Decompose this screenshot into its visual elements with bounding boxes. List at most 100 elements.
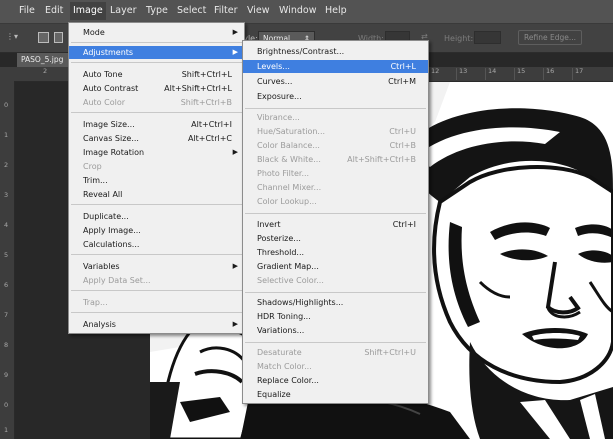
menu-item-label: Analysis	[83, 320, 116, 329]
ruler-tick: 6	[4, 281, 9, 289]
submenu-arrow-icon: ▶	[232, 148, 238, 156]
menu-item-shortcut: Alt+Ctrl+C	[187, 134, 232, 143]
adj-equalize[interactable]: Equalize	[243, 388, 428, 401]
menu-edit[interactable]: Edit	[45, 5, 63, 16]
adj-gradient-map[interactable]: Gradient Map...	[243, 260, 428, 273]
menu-item-label: Threshold...	[257, 248, 305, 257]
ruler-tick: 2	[4, 161, 9, 169]
menu-separator	[71, 204, 242, 205]
submenu-arrow-icon: ▶	[232, 28, 238, 36]
ruler-tick: 7	[4, 311, 9, 319]
image-menu-adjustments[interactable]: Adjustments ▶	[69, 46, 244, 59]
adj-exposure[interactable]: Exposure...	[243, 90, 428, 103]
image-menu-auto-tone[interactable]: Auto Tone Shift+Ctrl+L	[69, 68, 244, 81]
ruler-tick-line	[543, 68, 544, 80]
image-menu-apply-data-set[interactable]: Apply Data Set...	[69, 274, 244, 287]
image-menu-auto-contrast[interactable]: Auto Contrast Alt+Shift+Ctrl+L	[69, 82, 244, 95]
image-menu-apply-image[interactable]: Apply Image...	[69, 224, 244, 237]
adj-desaturate[interactable]: Desaturate Shift+Ctrl+U	[243, 346, 428, 359]
ruler-tick: 1	[4, 426, 9, 434]
image-menu-calculations[interactable]: Calculations...	[69, 238, 244, 251]
menu-item-label: Equalize	[257, 390, 291, 399]
adj-posterize[interactable]: Posterize...	[243, 232, 428, 245]
image-menu-duplicate[interactable]: Duplicate...	[69, 210, 244, 223]
menu-help[interactable]: Help	[325, 5, 347, 16]
image-menu-auto-color[interactable]: Auto Color Shift+Ctrl+B	[69, 96, 244, 109]
menu-separator	[71, 312, 242, 313]
menu-item-label: Trap...	[83, 298, 108, 307]
menu-item-shortcut: Ctrl+L	[390, 62, 416, 71]
menu-bar: File Edit Image Layer Type Select Filter…	[0, 0, 613, 24]
ruler-tick: 12	[431, 67, 440, 75]
new-selection-icon[interactable]	[38, 32, 49, 43]
image-menu-crop[interactable]: Crop	[69, 160, 244, 173]
adj-selective-color[interactable]: Selective Color...	[243, 274, 428, 287]
height-label: Height:	[444, 34, 474, 43]
adj-levels[interactable]: Levels... Ctrl+L	[243, 60, 428, 73]
menu-select[interactable]: Select	[177, 5, 206, 16]
image-menu-reveal-all[interactable]: Reveal All	[69, 188, 244, 201]
height-field[interactable]	[474, 31, 501, 44]
menu-item-label: Variables	[83, 262, 120, 271]
adj-invert[interactable]: Invert Ctrl+I	[243, 218, 428, 231]
ruler-tick: 17	[575, 67, 584, 75]
adj-brightness-contrast[interactable]: Brightness/Contrast...	[243, 45, 428, 58]
image-menu-mode[interactable]: Mode ▶	[69, 26, 244, 39]
image-menu-variables[interactable]: Variables ▶	[69, 260, 244, 273]
add-selection-icon[interactable]	[54, 32, 63, 43]
menu-image[interactable]: Image	[70, 2, 106, 20]
refine-edge-button[interactable]: Refine Edge...	[518, 30, 582, 45]
ruler-tick: 0	[4, 401, 9, 409]
adj-hdr-toning[interactable]: HDR Toning...	[243, 310, 428, 323]
document-tab[interactable]: PASO_5.jpg	[17, 53, 69, 67]
menu-item-label: Levels...	[257, 62, 290, 71]
menu-separator	[71, 42, 242, 43]
adj-color-lookup[interactable]: Color Lookup...	[243, 195, 428, 208]
menu-item-shortcut: Ctrl+M	[388, 77, 416, 86]
adj-threshold[interactable]: Threshold...	[243, 246, 428, 259]
adj-shadows-highlights[interactable]: Shadows/Highlights...	[243, 296, 428, 309]
menu-item-label: Image Rotation	[83, 148, 145, 157]
image-menu-image-rotation[interactable]: Image Rotation ▶	[69, 146, 244, 159]
menu-file[interactable]: File	[19, 5, 35, 16]
submenu-arrow-icon: ▶	[232, 262, 238, 270]
menu-item-label: Color Lookup...	[257, 197, 317, 206]
adj-curves[interactable]: Curves... Ctrl+M	[243, 75, 428, 88]
menu-separator	[71, 290, 242, 291]
adj-channel-mixer[interactable]: Channel Mixer...	[243, 181, 428, 194]
image-menu-trim[interactable]: Trim...	[69, 174, 244, 187]
menu-item-shortcut: Ctrl+B	[389, 141, 416, 150]
submenu-arrow-icon: ▶	[232, 320, 238, 328]
menu-type[interactable]: Type	[146, 5, 168, 16]
menu-item-label: Image Size...	[83, 120, 135, 129]
menu-item-label: Variations...	[257, 326, 305, 335]
menu-view[interactable]: View	[247, 5, 270, 16]
menu-item-label: Canvas Size...	[83, 134, 139, 143]
adj-hue-saturation[interactable]: Hue/Saturation... Ctrl+U	[243, 125, 428, 138]
adj-photo-filter[interactable]: Photo Filter...	[243, 167, 428, 180]
menu-item-label: Duplicate...	[83, 212, 129, 221]
image-menu-trap[interactable]: Trap...	[69, 296, 244, 309]
ruler-tick: 3	[4, 191, 9, 199]
menu-item-shortcut: Shift+Ctrl+B	[180, 98, 232, 107]
ruler-vertical: 0 1 2 3 4 5 6 7 8 9 0 1	[0, 81, 15, 439]
image-menu-image-size[interactable]: Image Size... Alt+Ctrl+I	[69, 118, 244, 131]
menu-item-label: Reveal All	[83, 190, 123, 199]
tool-preset-arrow-icon[interactable]: ⋮▾	[6, 32, 18, 41]
adj-vibrance[interactable]: Vibrance...	[243, 111, 428, 124]
menu-filter[interactable]: Filter	[214, 5, 238, 16]
image-menu-canvas-size[interactable]: Canvas Size... Alt+Ctrl+C	[69, 132, 244, 145]
ruler-tick: 4	[4, 221, 9, 229]
menu-item-label: Channel Mixer...	[257, 183, 322, 192]
adj-color-balance[interactable]: Color Balance... Ctrl+B	[243, 139, 428, 152]
menu-item-shortcut: Alt+Shift+Ctrl+L	[164, 84, 232, 93]
menu-layer[interactable]: Layer	[110, 5, 137, 16]
adj-match-color[interactable]: Match Color...	[243, 360, 428, 373]
image-menu-analysis[interactable]: Analysis ▶	[69, 318, 244, 331]
menu-separator	[245, 108, 426, 109]
adj-replace-color[interactable]: Replace Color...	[243, 374, 428, 387]
adj-variations[interactable]: Variations...	[243, 324, 428, 337]
menu-item-label: Color Balance...	[257, 141, 320, 150]
menu-window[interactable]: Window	[279, 5, 316, 16]
adj-black-white[interactable]: Black & White... Alt+Shift+Ctrl+B	[243, 153, 428, 166]
